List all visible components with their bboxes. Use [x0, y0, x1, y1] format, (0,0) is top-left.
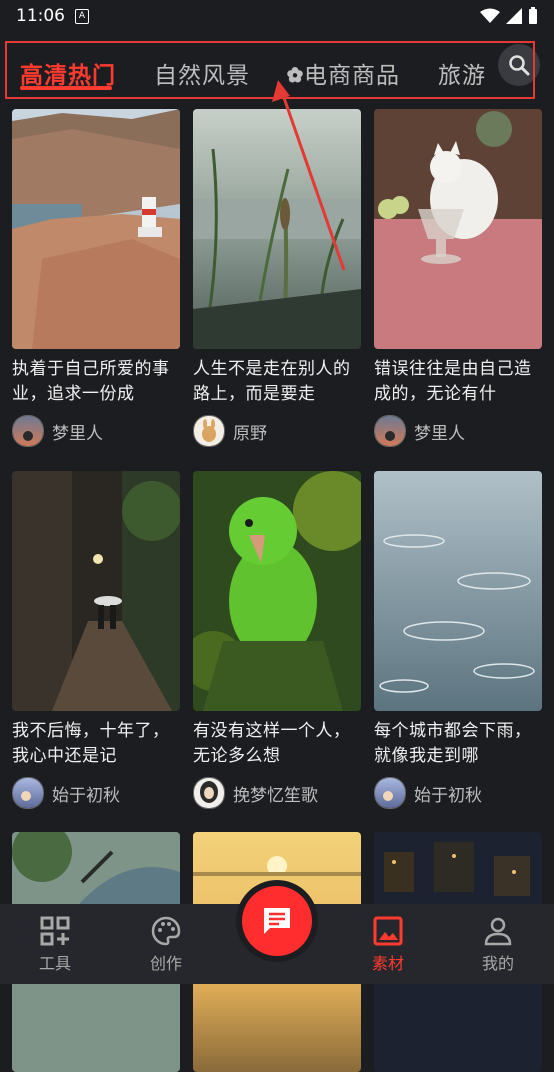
card-title: 有没有这样一个人，无论多么想: [193, 721, 351, 766]
status-time: 11:06: [16, 6, 65, 26]
author-name: 梦里人: [52, 423, 103, 444]
card-title: 执着于自己所爱的事业，追求一份成: [12, 359, 170, 404]
author-name: 原野: [233, 423, 267, 444]
palette-icon: [151, 916, 181, 946]
card-title: 我不后悔，十年了，我心中还是记: [12, 721, 170, 766]
material-card[interactable]: 人生不是走在别人的路上，而是要走 原野: [193, 109, 361, 447]
card-author[interactable]: 始于初秋: [374, 777, 542, 809]
card-title: 错误往往是由自己造成的，无论有什: [374, 359, 532, 404]
card-thumbnail-rain-water[interactable]: [374, 471, 542, 711]
avatar: [193, 415, 225, 447]
person-icon: [484, 917, 512, 946]
category-tab-bar: 高清热门 自然风景 电商商品 旅游: [0, 38, 554, 102]
material-card[interactable]: 执着于自己所爱的事业，追求一份成 梦里人: [12, 109, 180, 447]
avatar: [12, 415, 44, 447]
material-card[interactable]: 每个城市都会下雨，就像我走到哪 始于初秋: [374, 471, 542, 809]
nav-mine[interactable]: 我的: [458, 916, 538, 974]
tab-highlight-box: [5, 41, 535, 99]
card-author[interactable]: 梦里人: [374, 415, 542, 447]
avatar: [374, 415, 406, 447]
card-title: 每个城市都会下雨，就像我走到哪: [374, 721, 532, 766]
signal-icon: [506, 8, 522, 24]
grid-plus-icon: [40, 916, 70, 946]
wifi-icon: [480, 8, 500, 23]
nav-material-label: 素材: [371, 954, 404, 973]
notification-icon: A: [75, 8, 89, 24]
card-thumbnail-lighthouse[interactable]: [12, 109, 180, 349]
card-author[interactable]: 始于初秋: [12, 777, 180, 809]
status-icons: [480, 7, 538, 25]
message-fab-button[interactable]: [242, 886, 312, 956]
material-card[interactable]: 我不后悔，十年了，我心中还是记 始于初秋: [12, 471, 180, 809]
card-thumbnail-parrot[interactable]: [193, 471, 361, 711]
avatar: [12, 777, 44, 809]
author-name: 挽梦忆笙歌: [233, 785, 318, 806]
avatar: [374, 777, 406, 809]
chat-icon: [264, 908, 290, 934]
card-author[interactable]: 原野: [193, 415, 361, 447]
card-thumbnail-rainy-alley[interactable]: [12, 471, 180, 711]
nav-tools[interactable]: 工具: [15, 916, 95, 974]
author-name: 梦里人: [414, 423, 465, 444]
material-card[interactable]: 错误往往是由自己造成的，无论有什 梦里人: [374, 109, 542, 447]
card-thumbnail-grass[interactable]: [193, 109, 361, 349]
nav-material[interactable]: 素材: [348, 916, 428, 974]
card-thumbnail-cat[interactable]: [374, 109, 542, 349]
card-author[interactable]: 挽梦忆笙歌: [193, 777, 361, 809]
avatar: [193, 777, 225, 809]
author-name: 始于初秋: [52, 785, 120, 806]
image-icon: [373, 916, 403, 946]
card-author[interactable]: 梦里人: [12, 415, 180, 447]
nav-create-label: 创作: [149, 954, 182, 973]
author-name: 始于初秋: [414, 785, 482, 806]
card-title: 人生不是走在别人的路上，而是要走: [193, 359, 351, 404]
nav-mine-label: 我的: [481, 954, 514, 973]
status-bar: 11:06 A: [0, 0, 554, 32]
status-left: 11:06 A: [16, 6, 89, 26]
battery-icon: [529, 7, 537, 24]
nav-create[interactable]: 创作: [126, 916, 206, 974]
nav-tools-label: 工具: [38, 954, 71, 973]
material-card[interactable]: 有没有这样一个人，无论多么想 挽梦忆笙歌: [193, 471, 361, 809]
